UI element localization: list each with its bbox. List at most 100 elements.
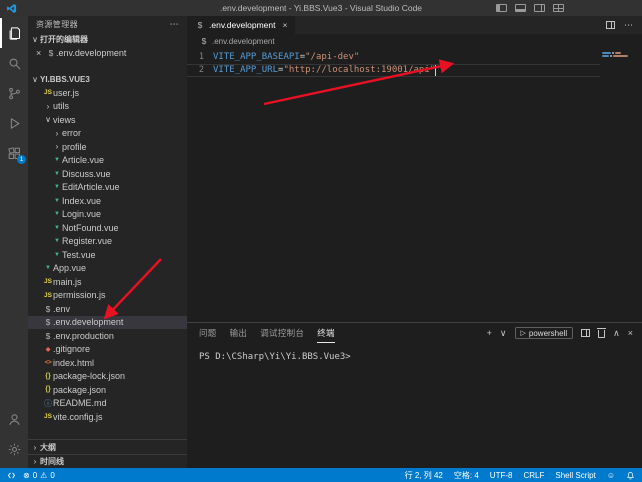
tree-item-Login.vue[interactable]: ▼Login.vue [28, 208, 187, 222]
activity-item-settings[interactable] [0, 434, 28, 464]
env-file-icon: $ [43, 317, 53, 327]
tree-item-Discuss.vue[interactable]: ▼Discuss.vue [28, 167, 187, 181]
panel-tab-terminal[interactable]: 终端 [317, 323, 335, 343]
tree-item-EditArticle.vue[interactable]: ▼EditArticle.vue [28, 181, 187, 195]
status-item-2[interactable]: UTF-8 [490, 471, 513, 480]
code-editor[interactable]: 1VITE_APP_BASEAPI="/api-dev"2VITE_APP_UR… [187, 48, 642, 322]
activity-bar-bottom [0, 404, 28, 468]
tree-item-.env[interactable]: $.env [28, 302, 187, 316]
tree-item-main.js[interactable]: JSmain.js [28, 275, 187, 289]
tree-item-Article.vue[interactable]: ▼Article.vue [28, 154, 187, 168]
file-name: Index.vue [62, 196, 101, 206]
toggle-panel-icon[interactable] [515, 4, 526, 12]
activity-item-source-control[interactable] [0, 78, 28, 108]
terminal-content[interactable]: PS D:\CSharp\Yi\Yi.BBS.Vue3> [187, 343, 642, 468]
open-editor-item[interactable]: × $ .env.development [28, 46, 187, 60]
vue-file-icon: ▼ [52, 211, 62, 217]
tree-item-index.html[interactable]: <>index.html [28, 356, 187, 370]
split-editor-icon[interactable] [606, 21, 615, 29]
notifications-bell-icon[interactable] [626, 471, 635, 480]
tab-label: .env.development [209, 20, 275, 30]
minimap-token [610, 55, 612, 57]
close-editor-icon[interactable]: × [36, 48, 46, 58]
tree-item-.env.development[interactable]: $.env.development [28, 316, 187, 330]
file-name: Register.vue [62, 236, 112, 246]
js-file-icon: JS [43, 413, 53, 420]
tree-item-permission.js[interactable]: JSpermission.js [28, 289, 187, 303]
tree-item-Test.vue[interactable]: ▼Test.vue [28, 248, 187, 262]
file-name: .env [53, 304, 70, 314]
activity-bar-top: 1 [0, 18, 28, 168]
toggle-sidebar-icon[interactable] [496, 4, 507, 12]
project-label: YI.BBS.VUE3 [40, 75, 90, 84]
tree-item-.gitignore[interactable]: ◆.gitignore [28, 343, 187, 357]
more-actions-icon[interactable]: ⋯ [170, 19, 179, 30]
activity-item-accounts[interactable] [0, 404, 28, 434]
activity-item-search[interactable] [0, 48, 28, 78]
remote-icon[interactable] [7, 471, 16, 480]
feedback-smiley-icon[interactable]: ☺ [607, 471, 615, 480]
status-bar: ⊗ 0 ⚠ 0 行 2, 列 42 空格: 4 UTF-8 CRLF Shell Scr… [0, 468, 642, 482]
status-item-1[interactable]: 空格: 4 [454, 470, 479, 481]
split-terminal-icon[interactable] [581, 329, 590, 337]
status-item-3[interactable]: CRLF [523, 471, 544, 480]
terminal-prompt: PS D:\CSharp\Yi\Yi.BBS.Vue3> [199, 352, 351, 362]
timeline-section-header[interactable]: › 时间线 [28, 454, 187, 468]
tree-item-package-lock.json[interactable]: {}package-lock.json [28, 370, 187, 384]
minimap-token [602, 52, 611, 54]
new-terminal-icon[interactable]: + [487, 328, 492, 338]
file-tree: JSuser.js›utils∨views›error›profile▼Arti… [28, 86, 187, 439]
open-editors-section-header[interactable]: ∨ 打开的编辑器 [28, 32, 187, 46]
toggle-secondary-sidebar-icon[interactable] [534, 4, 545, 12]
env-file-icon: $ [43, 331, 53, 341]
outline-section-header[interactable]: › 大纲 [28, 440, 187, 454]
outline-label: 大纲 [40, 442, 56, 453]
breadcrumb[interactable]: $ .env.development [187, 34, 642, 48]
status-item-4[interactable]: Shell Script [555, 471, 595, 480]
accounts-icon [7, 412, 22, 427]
tree-item-views[interactable]: ∨views [28, 113, 187, 127]
activity-item-explorer[interactable] [0, 18, 28, 48]
customize-layout-icon[interactable] [553, 4, 564, 12]
panel-tab-debug-console[interactable]: 调试控制台 [260, 323, 304, 343]
activity-item-extensions[interactable]: 1 [0, 138, 28, 168]
maximize-panel-icon[interactable]: ∧ [613, 328, 620, 339]
editor-more-actions-icon[interactable]: ⋯ [624, 20, 633, 31]
file-name: .env.development [53, 317, 123, 327]
vue-file-icon: ▼ [43, 265, 53, 271]
sidebar-title: 资源管理器 [36, 19, 78, 30]
problems-status[interactable]: ⊗ 0 ⚠ 0 [23, 471, 55, 480]
terminal-dropdown-icon[interactable]: ∨ [500, 328, 507, 339]
html-file-icon: <> [43, 359, 53, 366]
file-name: package-lock.json [53, 371, 125, 381]
project-section-header[interactable]: ∨ YI.BBS.VUE3 [28, 72, 187, 86]
minimap-token [615, 52, 621, 54]
tree-item-README.md[interactable]: ⓘREADME.md [28, 397, 187, 411]
tree-item-NotFound.vue[interactable]: ▼NotFound.vue [28, 221, 187, 235]
minimap[interactable] [600, 50, 642, 322]
tree-item-App.vue[interactable]: ▼App.vue [28, 262, 187, 276]
activity-item-run-debug[interactable] [0, 108, 28, 138]
minimap-line-2 [602, 55, 640, 57]
tab-env-development[interactable]: $ .env.development × [187, 16, 295, 34]
tree-item-Register.vue[interactable]: ▼Register.vue [28, 235, 187, 249]
close-panel-icon[interactable]: × [628, 328, 633, 338]
tree-item-user.js[interactable]: JSuser.js [28, 86, 187, 100]
panel-tab-problems[interactable]: 问题 [199, 323, 217, 343]
panel-tabs: 问题输出调试控制台终端 [199, 323, 335, 343]
close-tab-icon[interactable]: × [282, 20, 287, 30]
tree-item-.env.production[interactable]: $.env.production [28, 329, 187, 343]
panel-tab-output[interactable]: 输出 [230, 323, 248, 343]
vue-file-icon: ▼ [52, 252, 62, 258]
tree-item-utils[interactable]: ›utils [28, 100, 187, 114]
tree-item-Index.vue[interactable]: ▼Index.vue [28, 194, 187, 208]
shell-selector[interactable]: ▷ powershell [515, 327, 574, 339]
tree-item-profile[interactable]: ›profile [28, 140, 187, 154]
kill-terminal-icon[interactable] [598, 330, 605, 338]
settings-icon [7, 442, 22, 457]
status-item-0[interactable]: 行 2, 列 42 [405, 470, 443, 481]
file-name: views [53, 115, 76, 125]
tree-item-vite.config.js[interactable]: JSvite.config.js [28, 410, 187, 424]
tree-item-error[interactable]: ›error [28, 127, 187, 141]
tree-item-package.json[interactable]: {}package.json [28, 383, 187, 397]
